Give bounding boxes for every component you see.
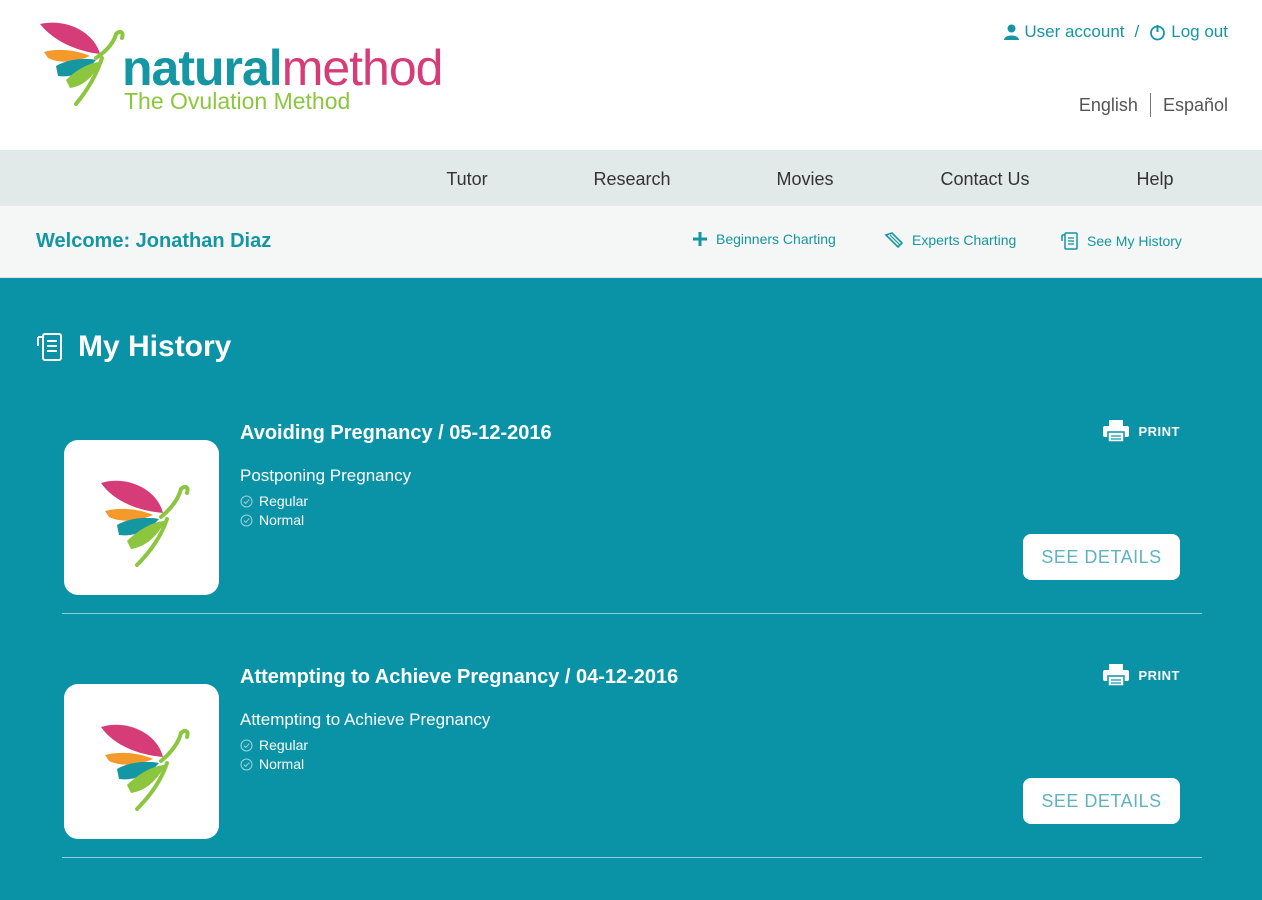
record-subtitle: Postponing Pregnancy (240, 466, 412, 485)
history-panel: My History Avoiding Pregnancy / 05-12-20… (0, 278, 1262, 900)
check-circle-icon (240, 739, 253, 751)
nav-item-contact-us[interactable]: Contact Us (940, 150, 1029, 206)
main-nav: Tutor Research Movies Contact Us Help (0, 150, 1262, 206)
lang-espanol[interactable]: Español (1163, 95, 1228, 116)
brand-logo[interactable]: naturalmethod The Ovulation Method (36, 18, 496, 118)
record-thumbnail (64, 440, 219, 595)
print-label: PRINT (1138, 667, 1180, 683)
nav-item-research[interactable]: Research (593, 150, 670, 206)
print-button[interactable]: PRINT (1102, 664, 1181, 686)
record-tag: Regular (240, 493, 308, 509)
lang-divider (1149, 93, 1151, 117)
check-circle-icon (240, 514, 253, 526)
record-tag-label: Normal (259, 756, 305, 772)
nav-item-tutor[interactable]: Tutor (446, 150, 487, 206)
plus-icon (693, 232, 707, 246)
language-switcher: English Español (1079, 93, 1228, 117)
site-header: naturalmethod The Ovulation Method User … (0, 0, 1262, 150)
power-icon (1150, 24, 1166, 40)
logout-label: Log out (1171, 22, 1228, 41)
account-separator: / (1134, 22, 1140, 41)
record-tag-label: Regular (259, 493, 309, 509)
user-account-link[interactable]: User account (1004, 22, 1125, 42)
history-icon (37, 333, 62, 361)
page-title: My History (36, 330, 231, 364)
record-title: Attempting to Achieve Pregnancy / 04-12-… (240, 666, 679, 688)
welcome-greeting: Welcome: Jonathan Diaz (36, 230, 272, 252)
user-account-label: User account (1024, 22, 1125, 41)
brand-tagline: The Ovulation Method (124, 88, 351, 114)
record-thumbnail (64, 684, 219, 839)
account-links: User account / Log out (1004, 22, 1228, 42)
print-label: PRINT (1138, 423, 1180, 439)
nav-item-movies[interactable]: Movies (776, 150, 833, 206)
check-circle-icon (240, 758, 253, 770)
record-tag-label: Normal (259, 512, 305, 528)
user-icon (1004, 24, 1020, 40)
record-subtitle: Attempting to Achieve Pregnancy (240, 710, 491, 729)
butterfly-logo-icon (40, 22, 125, 106)
see-details-button[interactable]: SEE DETAILS (1023, 778, 1180, 824)
page-title-text: My History (78, 330, 232, 363)
record-title: Avoiding Pregnancy / 05-12-2016 (240, 422, 552, 444)
history-record: Avoiding Pregnancy / 05-12-2016 Postponi… (62, 402, 1202, 614)
see-details-button[interactable]: SEE DETAILS (1023, 534, 1180, 580)
experts-charting-label: Experts Charting (912, 232, 1017, 248)
record-tag: Normal (240, 512, 304, 528)
butterfly-logo-icon (100, 480, 189, 567)
printer-icon (1102, 664, 1129, 686)
beginners-charting-link[interactable]: Beginners Charting (692, 231, 836, 247)
record-tag: Normal (240, 756, 304, 772)
experts-charting-link[interactable]: Experts Charting (884, 231, 1016, 249)
butterfly-logo-icon (100, 724, 189, 811)
logout-link[interactable]: Log out (1149, 22, 1228, 42)
beginners-charting-label: Beginners Charting (716, 231, 836, 247)
check-circle-icon (240, 495, 253, 507)
nav-item-help[interactable]: Help (1136, 150, 1173, 206)
history-record: Attempting to Achieve Pregnancy / 04-12-… (62, 646, 1202, 858)
print-button[interactable]: PRINT (1102, 420, 1181, 442)
history-icon (1061, 232, 1078, 250)
see-my-history-label: See My History (1087, 233, 1182, 249)
welcome-bar: Welcome: Jonathan Diaz Beginners Chartin… (0, 206, 1262, 278)
record-tag: Regular (240, 737, 308, 753)
printer-icon (1102, 420, 1129, 442)
lang-english[interactable]: English (1079, 95, 1138, 116)
pencil-icon (884, 232, 904, 249)
record-tag-label: Regular (259, 737, 309, 753)
see-my-history-link[interactable]: See My History (1061, 231, 1182, 251)
